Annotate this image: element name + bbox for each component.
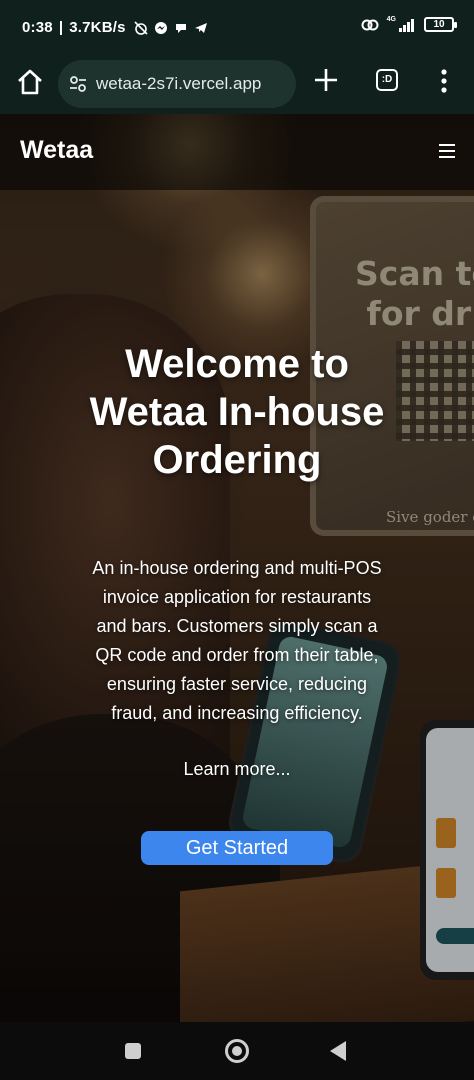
link-icon xyxy=(361,19,379,30)
browser-toolbar: wetaa-2s7i.vercel.app :D xyxy=(0,56,474,114)
signal-icon xyxy=(399,18,414,32)
tab-switcher-button[interactable]: :D xyxy=(376,69,398,91)
system-nav-bar xyxy=(0,1022,474,1080)
chat-icon xyxy=(175,23,186,33)
notification-icons xyxy=(134,20,208,35)
get-started-button[interactable]: Get Started xyxy=(141,831,333,865)
back-icon[interactable] xyxy=(330,1041,346,1061)
status-bar: 0:38 | 3.7KB/s 4G 10 xyxy=(0,0,474,56)
learn-more-link[interactable]: Learn more... xyxy=(0,759,474,780)
status-speed: 3.7KB/s xyxy=(69,19,126,36)
home-button-icon[interactable] xyxy=(225,1039,249,1063)
home-icon[interactable] xyxy=(14,66,46,98)
hamburger-menu-icon[interactable] xyxy=(439,144,455,159)
brand-logo[interactable]: Wetaa xyxy=(20,136,93,165)
hero-description: An in-house ordering and multi-POS invoi… xyxy=(92,558,382,723)
recents-icon[interactable] xyxy=(125,1043,141,1059)
more-menu-icon[interactable] xyxy=(438,68,450,94)
url-text: wetaa-2s7i.vercel.app xyxy=(96,74,262,93)
new-tab-icon[interactable] xyxy=(312,66,340,94)
site-navbar: Wetaa xyxy=(0,114,474,190)
address-bar[interactable]: wetaa-2s7i.vercel.app xyxy=(58,60,296,108)
status-time: 0:38 xyxy=(22,19,53,36)
battery-icon: 10 xyxy=(424,17,457,32)
network-type: 4G xyxy=(386,16,396,23)
web-page: Scan to for dri Sive goder of Wetaa Welc… xyxy=(0,114,474,1022)
messenger-icon xyxy=(154,21,167,34)
alarm-off-icon xyxy=(134,20,148,35)
hero-title: Welcome to Wetaa In-house Ordering xyxy=(89,342,385,482)
telegram-icon xyxy=(194,22,207,33)
site-settings-icon[interactable] xyxy=(68,74,88,94)
status-left: 0:38 | 3.7KB/s xyxy=(22,19,208,36)
status-separator: | xyxy=(58,19,64,36)
status-right: 4G 10 xyxy=(361,16,457,32)
